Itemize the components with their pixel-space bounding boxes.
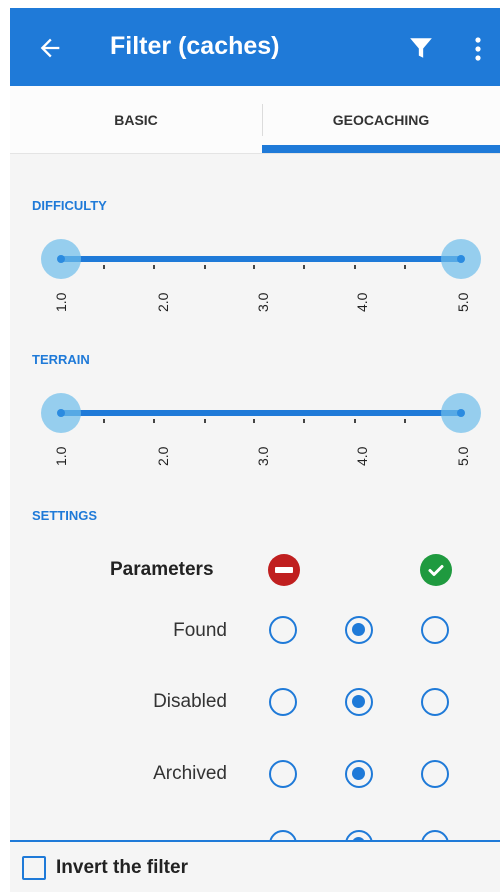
invert-filter-checkbox[interactable] [22,856,46,880]
slider-track [60,410,463,416]
slider-tick [404,419,406,423]
tab-basic[interactable]: BASIC [10,86,262,154]
slider-tick [253,265,255,269]
slider-tick [153,265,155,269]
terrain-label: TERRAIN [32,352,90,367]
difficulty-slider[interactable]: 1.0 2.0 3.0 4.0 5.0 [10,236,500,346]
disabled-exclude-radio[interactable] [269,688,297,716]
tick-label: 2.0 [155,446,171,466]
slider-tick [204,265,206,269]
slider-tick [204,419,206,423]
slider-tick [354,419,356,423]
tick-label: 1.0 [53,292,69,312]
archived-include-radio[interactable] [421,760,449,788]
check-circle-icon [420,554,452,586]
active-tab-indicator [262,145,500,153]
row-label-archived: Archived [153,763,227,784]
tick-label: 4.0 [354,292,370,312]
slider-max-dot [457,255,465,263]
tick-label: 5.0 [455,292,471,312]
minus-circle-icon [268,554,300,586]
page-title: Filter (caches) [110,32,280,60]
difficulty-label: DIFFICULTY [32,198,107,213]
disabled-include-radio[interactable] [421,688,449,716]
more-vert-icon[interactable] [473,36,483,62]
terrain-slider[interactable]: 1.0 2.0 3.0 4.0 5.0 [10,390,500,500]
slider-tick [103,265,105,269]
disabled-any-radio[interactable] [345,688,373,716]
invert-filter-label[interactable]: Invert the filter [56,857,188,879]
slider-tick [153,419,155,423]
slider-tick [354,265,356,269]
filter-screen: Filter (caches) BASIC GEOCACHING DIFFICU… [10,8,500,892]
back-arrow-icon[interactable] [36,34,64,62]
row-label-found: Found [173,620,227,641]
parameters-header: Parameters [110,559,214,580]
archived-any-radio[interactable] [345,760,373,788]
tick-label: 2.0 [155,292,171,312]
slider-tick [103,419,105,423]
slider-max-dot [457,409,465,417]
app-bar: Filter (caches) [10,8,500,86]
found-exclude-radio[interactable] [269,616,297,644]
slider-min-dot [57,255,65,263]
tick-label: 3.0 [255,292,271,312]
found-any-radio[interactable] [345,616,373,644]
slider-tick [303,419,305,423]
settings-label: SETTINGS [32,508,98,523]
slider-track [60,256,463,262]
tick-label: 3.0 [255,446,271,466]
tick-label: 4.0 [354,446,370,466]
tab-geocaching[interactable]: GEOCACHING [262,86,500,154]
bottom-bar: Invert the filter [10,840,500,892]
tick-label: 5.0 [455,446,471,466]
slider-min-dot [57,409,65,417]
slider-tick [303,265,305,269]
filter-icon[interactable] [408,35,434,61]
slider-tick [253,419,255,423]
archived-exclude-radio[interactable] [269,760,297,788]
slider-tick [404,265,406,269]
found-include-radio[interactable] [421,616,449,644]
tab-bar: BASIC GEOCACHING [10,86,500,154]
row-label-disabled: Disabled [153,691,227,712]
tick-label: 1.0 [53,446,69,466]
